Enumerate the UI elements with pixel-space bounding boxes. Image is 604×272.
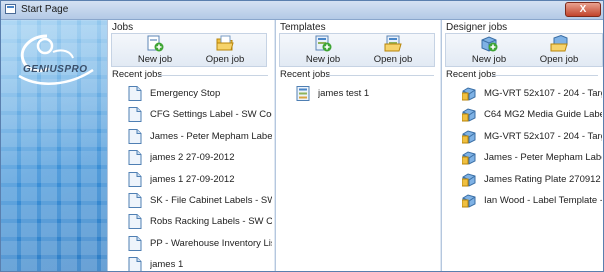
job-document-icon: [128, 107, 142, 123]
designer-job-icon: [461, 172, 476, 187]
jobs-recent-item-label: PP - Warehouse Inventory Lists Le: [150, 237, 272, 249]
templates-recent-heading: Recent jobs: [280, 69, 331, 80]
brand-logo-panel: GENIUSPRO: [1, 20, 107, 271]
templates-recent-divider: [326, 75, 434, 76]
jobs-panel: Jobs New job Open job Recent jobs Emerge…: [107, 20, 274, 271]
new-job-icon: [147, 35, 164, 52]
job-document-icon: [128, 128, 142, 144]
jobs-recent-item-label: james 1: [150, 259, 184, 271]
templates-open-job-button[interactable]: Open job: [364, 34, 422, 66]
app-window-icon: [5, 4, 16, 14]
designer-recent-item-label: James - Peter Mepham Label 2: [484, 152, 602, 164]
designer-panel-title: Designer jobs: [446, 22, 508, 33]
brand-logo-text: GENIUSPRO: [23, 64, 88, 75]
designer-job-icon: [461, 129, 476, 144]
jobs-action-bar: New job Open job: [111, 33, 267, 67]
jobs-panel-title: Jobs: [112, 22, 134, 33]
designer-job-icon: [461, 107, 476, 122]
job-document-icon: [128, 86, 142, 101]
templates-panel-title: Templates: [280, 22, 326, 33]
jobs-open-job-label: Open job: [205, 54, 245, 65]
jobs-recent-item-label: james 1 27-09-2012: [150, 173, 235, 185]
job-document-icon: [128, 150, 142, 166]
designer-recent-item-label: Ian Wood - Label Template - SW C: [484, 194, 602, 206]
title-bar[interactable]: Start Page X: [1, 1, 603, 20]
jobs-recent-heading: Recent jobs: [112, 69, 163, 80]
templates-new-job-button[interactable]: New job: [294, 34, 352, 66]
jobs-recent-item-label: Emergency Stop: [150, 88, 221, 99]
template-document-icon: [296, 86, 310, 101]
designer-recent-heading: Recent jobs: [446, 69, 497, 80]
designer-job-icon: [461, 150, 476, 165]
open-template-icon: [384, 35, 402, 52]
job-document-icon: [128, 257, 142, 271]
new-template-icon: [315, 35, 332, 52]
job-document-icon: [128, 192, 142, 208]
jobs-recent-item-label: James - Peter Mepham Label 1: [150, 130, 272, 142]
designer-new-job-label: New job: [471, 54, 507, 65]
jobs-recent-item-label: Robs Racking Labels - SW Code 2: [150, 216, 272, 228]
close-button[interactable]: X: [565, 2, 601, 17]
job-document-icon: [128, 235, 142, 251]
new-designer-job-icon: [481, 36, 498, 52]
jobs-recent-item-label: james 2 27-09-2012: [150, 152, 235, 164]
jobs-open-job-button[interactable]: Open job: [196, 34, 254, 66]
job-document-icon: [128, 171, 142, 187]
designer-new-job-button[interactable]: New job: [460, 34, 518, 66]
designer-job-icon: [461, 86, 476, 101]
designer-recent-item-label: James Rating Plate 270912: [484, 173, 601, 185]
templates-recent-item-label: james test 1: [318, 88, 370, 99]
open-folder-icon: [216, 35, 234, 51]
start-page-window: Start Page X GENIUSPRO Jobs New job Open…: [0, 0, 604, 272]
templates-panel: Templates New job Open job Recent jobs j…: [275, 20, 440, 271]
designer-open-job-button[interactable]: Open job: [530, 34, 588, 66]
designer-recent-item-label: MG-VRT 52x107 - 204 - Targa Qu: [484, 88, 602, 99]
designer-jobs-panel: Designer jobs New job Open job Recent jo: [441, 20, 603, 271]
genius-logo-swirl-icon: [18, 34, 94, 85]
jobs-new-job-button[interactable]: New job: [126, 34, 184, 66]
job-document-icon: [128, 214, 142, 230]
templates-open-job-label: Open job: [373, 54, 413, 65]
window-title: Start Page: [21, 4, 69, 15]
designer-recent-item-label: C64 MG2 Media Guide Label - 050: [484, 109, 602, 121]
designer-recent-divider: [492, 75, 598, 76]
designer-action-bar: New job Open job: [445, 33, 603, 67]
templates-new-job-label: New job: [305, 54, 341, 65]
open-designer-job-icon: [550, 35, 568, 52]
jobs-recent-item-label: CFG Settings Label - SW Code 202: [150, 109, 272, 121]
templates-action-bar: New job Open job: [279, 33, 435, 67]
designer-job-icon: [461, 193, 476, 208]
jobs-recent-item-label: SK - File Cabinet Labels - SW Cod: [150, 194, 272, 206]
jobs-recent-divider: [158, 75, 268, 76]
designer-open-job-label: Open job: [539, 54, 579, 65]
designer-recent-item-label: MG-VRT 52x107 - 204 - Targa Qu: [484, 130, 602, 142]
jobs-new-job-label: New job: [137, 54, 173, 65]
